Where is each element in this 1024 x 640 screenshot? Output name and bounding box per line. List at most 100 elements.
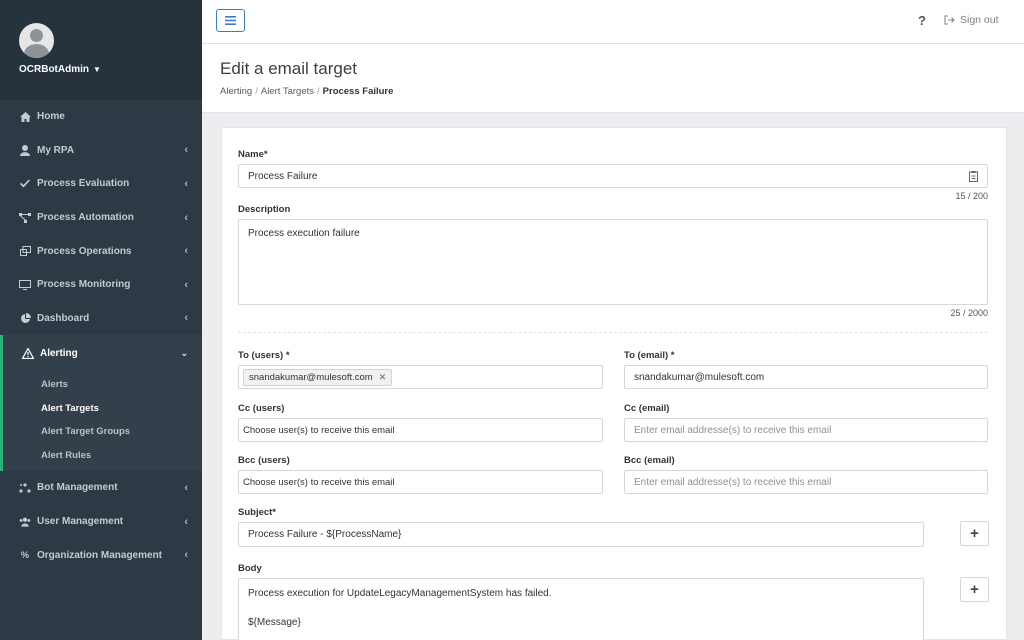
description-value: Process execution failure [248, 228, 360, 239]
chevron-left-icon: ‹ [184, 177, 188, 190]
chevron-left-icon: ‹ [184, 245, 188, 258]
page-header: Edit a email target Alerting / Alert Targe… [202, 44, 1024, 113]
sidebar-item-bot-management[interactable]: Bot Management ‹ [0, 471, 202, 505]
body-line-1: Process execution for UpdateLegacyManage… [248, 588, 552, 599]
sidebar-user-panel: OCRBotAdmin ▼ [0, 0, 202, 100]
chevron-down-icon: ⌄ [180, 347, 188, 358]
to-email-label: To (email) * [624, 350, 675, 361]
page-title: Edit a email target [220, 59, 358, 78]
sidebar-item-user-management[interactable]: User Management ‹ [0, 505, 202, 539]
sidebar-item-my-rpa[interactable]: My RPA ‹ [0, 134, 202, 168]
sidebar-item-label: Process Automation [37, 212, 134, 224]
user-chip: snandakumar@mulesoft.com ✕ [243, 368, 393, 386]
chevron-left-icon: ‹ [184, 549, 188, 562]
sign-out-label: Sign out [960, 14, 999, 26]
description-label: Description [238, 204, 291, 215]
sign-out-link[interactable]: Sign out [944, 14, 999, 26]
sidebar: OCRBotAdmin ▼ Home My RPA ‹ Process Evalu… [0, 0, 202, 640]
chevron-left-icon: ‹ [184, 312, 188, 325]
email-target-form: Name* Process Failure 15 / 200 Descripti… [221, 127, 1007, 640]
body-line-2: ${Message} [248, 617, 301, 628]
to-email-input[interactable]: snandakumar@mulesoft.com [624, 365, 988, 389]
sidebar-subitem-alerts[interactable]: Alerts [3, 373, 202, 397]
sidebar-item-process-monitoring[interactable]: Process Monitoring ‹ [0, 268, 202, 302]
user-name: OCRBotAdmin [19, 64, 89, 75]
breadcrumb-current: Process Failure [322, 86, 394, 97]
alerting-submenu: Alerts Alert Targets Alert Target Groups… [0, 371, 202, 472]
description-textarea[interactable]: Process execution failure [238, 219, 988, 305]
breadcrumb: Alerting / Alert Targets / Process Failure [220, 86, 393, 97]
bot-icon [19, 482, 31, 494]
sidebar-item-label: Process Operations [37, 245, 132, 257]
chevron-left-icon: ‹ [184, 211, 188, 224]
sidebar-subitem-alert-target-groups[interactable]: Alert Target Groups [3, 420, 202, 444]
operations-icon [19, 245, 31, 257]
breadcrumb-separator: / [255, 86, 258, 97]
subject-insert-variable-button[interactable]: + [960, 521, 989, 546]
sidebar-item-process-evaluation[interactable]: Process Evaluation ‹ [0, 167, 202, 201]
chevron-left-icon: ‹ [184, 144, 188, 157]
sidebar-item-label: User Management [37, 516, 124, 528]
sidebar-item-label: Dashboard [37, 312, 90, 324]
cc-email-input[interactable]: Enter email addresse(s) to receive this … [624, 418, 988, 442]
bcc-email-input[interactable]: Enter email addresse(s) to receive this … [624, 470, 988, 494]
to-users-label: To (users) * [238, 350, 290, 361]
percent-icon: % [20, 550, 29, 561]
sidebar-item-alerting[interactable]: Alerting ⌄ [0, 335, 202, 372]
body-textarea[interactable]: Process execution for UpdateLegacyManage… [238, 578, 924, 640]
sidebar-item-process-automation[interactable]: Process Automation ‹ [0, 201, 202, 235]
sidebar-item-label: Bot Management [37, 482, 118, 494]
form-divider [238, 332, 988, 333]
cc-users-select[interactable]: Choose user(s) to receive this email [238, 418, 603, 442]
sidebar-nav: Home My RPA ‹ Process Evaluation ‹ Proce… [0, 100, 202, 572]
sidebar-item-process-operations[interactable]: Process Operations ‹ [0, 234, 202, 268]
breadcrumb-alerting[interactable]: Alerting [220, 86, 252, 97]
sidebar-item-label: Process Evaluation [37, 178, 130, 190]
sidebar-item-label: My RPA [37, 144, 75, 156]
sidebar-item-label: Alerting [40, 347, 78, 359]
name-char-counter: 15 / 200 [955, 191, 988, 201]
bcc-users-label: Bcc (users) [238, 455, 290, 466]
sidebar-item-label: Organization Management [37, 549, 163, 561]
close-icon[interactable]: ✕ [379, 372, 387, 383]
sidebar-item-home[interactable]: Home [0, 100, 202, 134]
warning-icon [22, 347, 34, 359]
topbar: ? Sign out [202, 0, 1024, 44]
chevron-left-icon: ‹ [184, 278, 188, 291]
cc-users-placeholder: Choose user(s) to receive this email [243, 424, 395, 436]
user-chip-label: snandakumar@mulesoft.com [249, 371, 373, 383]
avatar[interactable] [19, 23, 54, 58]
body-label: Body [238, 563, 262, 574]
help-icon[interactable]: ? [918, 13, 926, 28]
bcc-users-select[interactable]: Choose user(s) to receive this email [238, 470, 603, 494]
hamburger-icon [225, 16, 236, 25]
cc-email-placeholder: Enter email addresse(s) to receive this … [634, 424, 832, 436]
breadcrumb-separator: / [317, 86, 320, 97]
plus-icon: + [970, 581, 979, 598]
sidebar-item-dashboard[interactable]: Dashboard ‹ [0, 302, 202, 336]
sidebar-item-label: Home [37, 111, 65, 123]
sidebar-subitem-alert-rules[interactable]: Alert Rules [3, 444, 202, 468]
cc-email-label: Cc (email) [624, 403, 670, 414]
sidebar-item-organization-management[interactable]: % Organization Management ‹ [0, 538, 202, 572]
sidebar-item-label: Process Monitoring [37, 279, 131, 291]
pie-chart-icon [19, 312, 31, 324]
user-menu[interactable]: OCRBotAdmin ▼ [19, 64, 101, 75]
name-value: Process Failure [248, 170, 318, 182]
nodes-icon [19, 212, 31, 224]
clipboard-icon [969, 171, 978, 185]
check-icon [19, 178, 31, 190]
bcc-email-placeholder: Enter email addresse(s) to receive this … [634, 476, 832, 488]
sidebar-subitem-alert-targets[interactable]: Alert Targets [3, 397, 202, 421]
to-users-select[interactable]: snandakumar@mulesoft.com ✕ [238, 365, 603, 389]
chevron-left-icon: ‹ [184, 481, 188, 494]
to-email-value: snandakumar@mulesoft.com [634, 371, 765, 383]
cc-users-label: Cc (users) [238, 403, 285, 414]
description-char-counter: 25 / 2000 [950, 308, 988, 318]
menu-toggle-button[interactable] [216, 9, 245, 32]
subject-input[interactable]: Process Failure - ${ProcessName} [238, 522, 924, 547]
breadcrumb-alert-targets[interactable]: Alert Targets [261, 86, 314, 97]
body-insert-variable-button[interactable]: + [960, 577, 989, 602]
plus-icon: + [970, 525, 979, 542]
name-input[interactable]: Process Failure [238, 164, 988, 188]
